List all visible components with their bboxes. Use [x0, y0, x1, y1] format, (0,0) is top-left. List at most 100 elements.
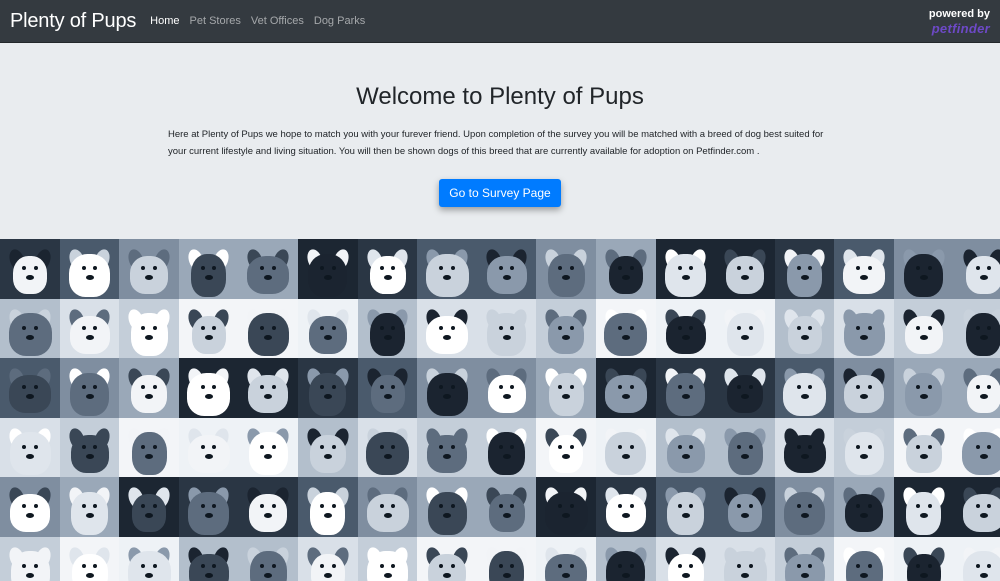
dog-photo-tile — [953, 298, 1000, 359]
dog-photo-tile — [59, 536, 120, 581]
dog-photo-tile — [178, 239, 239, 299]
dog-photo-tile — [238, 417, 298, 478]
dog-photo-tile — [178, 298, 239, 359]
dog-photo-tile — [595, 536, 656, 581]
brand-logo[interactable]: Plenty of Pups — [10, 10, 136, 33]
navbar: Plenty of Pups Home Pet Stores Vet Offic… — [0, 0, 1000, 43]
dog-photo-tile — [119, 239, 179, 299]
dog-photo-tile — [476, 477, 537, 537]
dog-photo-tile — [178, 417, 239, 478]
dog-photo-tile — [119, 298, 179, 359]
dog-photo-tile — [0, 298, 60, 359]
dog-photo-tile — [893, 477, 954, 537]
dog-photo-tile — [417, 536, 477, 581]
dog-photo-tile — [297, 536, 358, 581]
dog-photo-tile — [178, 358, 239, 418]
nav-vet-offices[interactable]: Vet Offices — [251, 15, 304, 27]
dog-photo-tile — [297, 477, 358, 537]
nav-dog-parks[interactable]: Dog Parks — [314, 15, 365, 27]
dog-photo-tile — [655, 536, 716, 581]
dog-photo-tile — [178, 477, 239, 537]
dog-photo-tile — [59, 298, 120, 359]
dog-photo-tile — [59, 417, 120, 478]
dog-photo-tile — [417, 358, 477, 418]
dog-photo-tile — [357, 239, 418, 299]
dog-photo-tile — [715, 477, 775, 537]
powered-by-petfinder[interactable]: powered by petfinder — [929, 8, 990, 36]
dog-photo-tile — [476, 358, 537, 418]
dog-photo-tile — [834, 477, 894, 537]
dog-photo-tile — [417, 477, 477, 537]
dog-photo-tile — [655, 298, 716, 359]
dog-photo-tile — [536, 239, 596, 299]
dog-photo-tile — [238, 477, 298, 537]
dog-photo-tile — [59, 239, 120, 299]
nav-home[interactable]: Home — [150, 15, 179, 27]
nav-pet-stores[interactable]: Pet Stores — [190, 15, 241, 27]
dog-photo-tile — [774, 477, 835, 537]
dog-photo-tile — [893, 239, 954, 299]
dog-photo-tile — [715, 239, 775, 299]
dog-photo-tile — [357, 358, 418, 418]
dog-photo-tile — [595, 358, 656, 418]
dog-photo-tile — [59, 477, 120, 537]
dog-photo-tile — [595, 298, 656, 359]
dog-photo-tile — [119, 536, 179, 581]
dog-photo-tile — [357, 417, 418, 478]
dog-photo-tile — [297, 239, 358, 299]
dog-photo-tile — [357, 477, 418, 537]
dog-photo-tile — [476, 417, 537, 478]
dog-photo-tile — [953, 477, 1000, 537]
dog-photo-tile — [774, 298, 835, 359]
dog-photo-tile — [476, 239, 537, 299]
dog-photo-tile — [417, 298, 477, 359]
dog-photo-tile — [536, 358, 596, 418]
dog-photo-tile — [536, 536, 596, 581]
dog-photo-tile — [357, 536, 418, 581]
dog-photo-tile — [595, 239, 656, 299]
dog-photo-tile — [0, 477, 60, 537]
dog-photo-tile — [715, 358, 775, 418]
dog-photo-tile — [774, 417, 835, 478]
dog-photo-mosaic — [0, 239, 1000, 581]
dog-photo-tile — [417, 239, 477, 299]
dog-photo-tile — [834, 239, 894, 299]
dog-photo-tile — [655, 358, 716, 418]
dog-photo-tile — [893, 536, 954, 581]
dog-photo-tile — [119, 358, 179, 418]
dog-photo-tile — [536, 477, 596, 537]
dog-photo-tile — [297, 298, 358, 359]
powered-by-label: powered by — [928, 8, 990, 20]
dog-photo-tile — [834, 358, 894, 418]
dog-photo-tile — [774, 358, 835, 418]
page-title: Welcome to Plenty of Pups — [356, 83, 644, 110]
dog-photo-tile — [774, 239, 835, 299]
dog-photo-tile — [59, 358, 120, 418]
intro-paragraph: Here at Plenty of Pups we hope to match … — [168, 129, 824, 157]
dog-photo-tile — [893, 417, 954, 478]
dog-photo-tile — [297, 417, 358, 478]
dog-photo-tile — [834, 536, 894, 581]
jumbotron: Welcome to Plenty of Pups Here at Plenty… — [0, 43, 1000, 239]
survey-button[interactable]: Go to Survey Page — [439, 179, 561, 207]
dog-photo-tile — [655, 239, 716, 299]
dog-photo-tile — [893, 358, 954, 418]
dog-photo-tile — [595, 477, 656, 537]
dog-photo-tile — [297, 358, 358, 418]
dog-photo-tile — [0, 536, 60, 581]
dog-photo-tile — [238, 358, 298, 418]
dog-photo-tile — [238, 239, 298, 299]
dog-photo-tile — [715, 298, 775, 359]
dog-photo-tile — [655, 477, 716, 537]
dog-photo-tile — [357, 298, 418, 359]
dog-photo-tile — [119, 417, 179, 478]
dog-photo-tile — [953, 358, 1000, 418]
dog-photo-tile — [893, 298, 954, 359]
dog-photo-tile — [476, 536, 537, 581]
dog-photo-tile — [536, 298, 596, 359]
dog-photo-tile — [536, 417, 596, 478]
dog-photo-tile — [834, 417, 894, 478]
dog-photo-tile — [0, 417, 60, 478]
dog-photo-tile — [834, 298, 894, 359]
dog-photo-tile — [417, 417, 477, 478]
